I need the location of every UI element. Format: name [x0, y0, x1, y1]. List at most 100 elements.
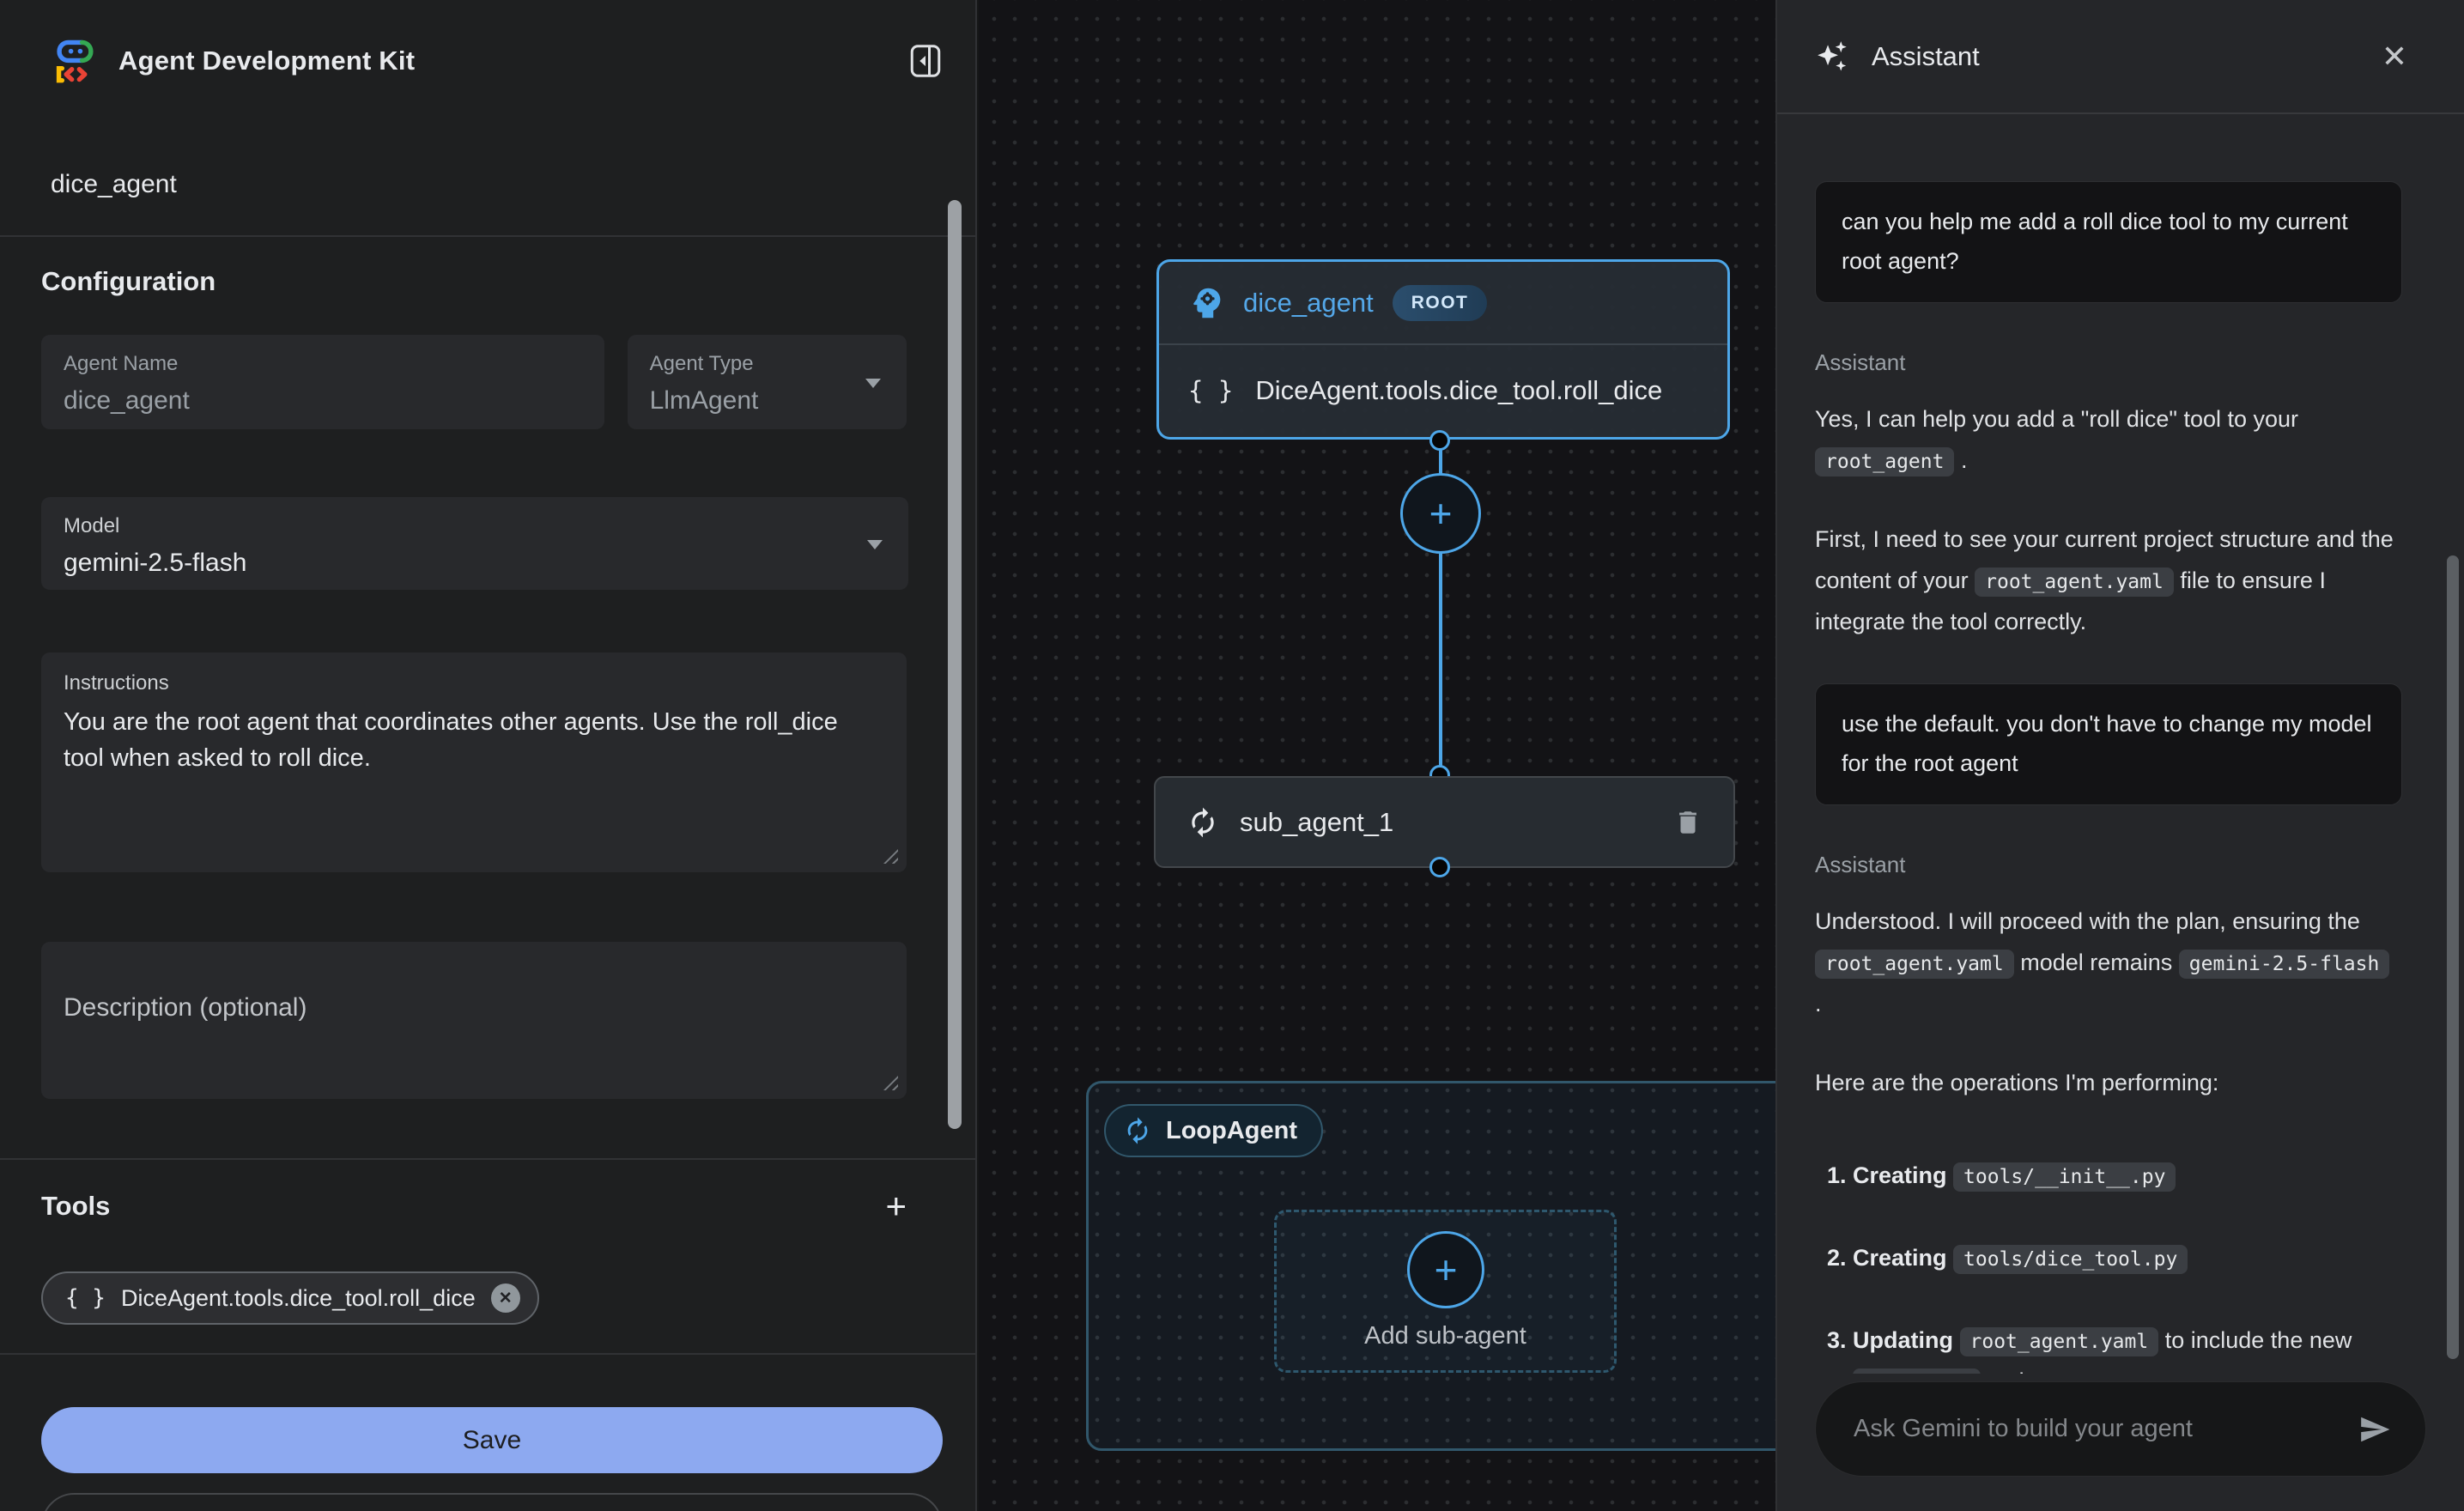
assistant-panel: Assistant ✕ can you help me add a roll d…	[1775, 0, 2464, 1511]
text-run: Here are the operations I'm performing:	[1815, 1070, 2218, 1095]
collapse-panel-icon[interactable]	[910, 44, 941, 78]
code-braces-icon: { }	[1188, 376, 1233, 405]
assistant-paragraph: First, I need to see your current projec…	[1815, 519, 2402, 642]
assistant-paragraph: Understood. I will proceed with the plan…	[1815, 901, 2402, 1024]
loop-agent-group[interactable]: LoopAgent + Add sub-agent	[1086, 1081, 1775, 1451]
user-message-bubble: use the default. you don't have to chang…	[1815, 683, 2402, 805]
operation-item: Creating tools/dice_tool.py	[1853, 1237, 2402, 1278]
text-run: model remains	[2014, 950, 2179, 975]
agent-name-label: Agent Name	[64, 352, 582, 376]
loop-agent-label: LoopAgent	[1166, 1117, 1297, 1145]
configuration-heading: Configuration	[41, 266, 907, 297]
app-title: Agent Development Kit	[118, 46, 415, 76]
config-panel: Agent Development Kit dice_agent Configu…	[0, 0, 977, 1511]
resize-handle[interactable]	[883, 1076, 898, 1090]
add-sub-agent-dropzone[interactable]: + Add sub-agent	[1274, 1210, 1617, 1373]
root-badge: ROOT	[1393, 285, 1488, 321]
code-chip: root_agent	[1815, 447, 1954, 476]
agent-name-field[interactable]: Agent Name dice_agent	[41, 335, 604, 429]
instructions-textarea[interactable]: Instructions You are the root agent that…	[41, 652, 907, 872]
model-label: Model	[64, 514, 886, 538]
left-panel-scrollbar[interactable]	[948, 200, 962, 1129]
user-message-bubble: can you help me add a roll dice tool to …	[1815, 181, 2402, 303]
divider	[0, 235, 975, 237]
divider	[0, 1353, 975, 1355]
agent-type-label: Agent Type	[650, 352, 884, 376]
text-run: to include the new	[2158, 1327, 2352, 1353]
text-run: tool.	[1981, 1368, 2031, 1374]
model-value: gemini-2.5-flash	[64, 549, 886, 578]
instructions-label: Instructions	[64, 671, 884, 695]
operation-item: Updating root_agent.yaml to include the …	[1853, 1320, 2402, 1374]
assistant-header: Assistant ✕	[1777, 0, 2464, 114]
code-chip: root_agent.yaml	[1975, 567, 2174, 597]
agent-type-select[interactable]: Agent Type LlmAgent	[628, 335, 907, 429]
text-run: Yes, I can help you add a "roll dice" to…	[1815, 406, 2298, 432]
text-run: Understood. I will proceed with the plan…	[1815, 908, 2360, 934]
cancel-button[interactable]: Cancel	[41, 1493, 943, 1511]
loop-icon	[1123, 1116, 1152, 1145]
add-tool-button[interactable]: +	[885, 1188, 907, 1224]
text-run	[1953, 1327, 1960, 1353]
tools-heading: Tools	[41, 1191, 110, 1222]
agent-graph-canvas[interactable]: dice_agent ROOT { } DiceAgent.tools.dice…	[979, 0, 1775, 1511]
code-braces-icon: { }	[65, 1285, 106, 1311]
chat-messages[interactable]: can you help me add a roll dice tool to …	[1777, 114, 2464, 1374]
text-run: .	[1954, 447, 1967, 473]
description-placeholder: Description (optional)	[64, 993, 884, 1023]
remove-tool-icon[interactable]: ✕	[491, 1283, 520, 1313]
add-node-button[interactable]: +	[1400, 473, 1481, 554]
code-chip: tools/__init__.py	[1953, 1162, 2176, 1192]
add-sub-agent-label: Add sub-agent	[1277, 1322, 1614, 1350]
assistant-label: Assistant	[1815, 349, 2402, 376]
agent-type-value: LlmAgent	[650, 386, 884, 416]
tool-chip[interactable]: { } DiceAgent.tools.dice_tool.roll_dice …	[41, 1271, 539, 1325]
code-chip: root_agent.yaml	[1960, 1327, 2159, 1356]
code-chip: root_agent.yaml	[1815, 950, 2014, 979]
code-chip: roll_dice	[1853, 1368, 1981, 1374]
model-select[interactable]: Model gemini-2.5-flash	[41, 497, 908, 590]
connection-handle[interactable]	[1429, 430, 1450, 451]
assistant-scrollbar[interactable]	[2447, 555, 2459, 1359]
operations-list: Creating tools/__init__.pyCreating tools…	[1815, 1155, 2402, 1374]
sub-agent-title: sub_agent_1	[1240, 807, 1393, 838]
text-run	[1947, 1162, 1954, 1188]
resize-handle[interactable]	[883, 849, 898, 864]
assistant-paragraph: Yes, I can help you add a "roll dice" to…	[1815, 398, 2402, 481]
code-chip: gemini-2.5-flash	[2179, 950, 2390, 979]
assistant-label: Assistant	[1815, 852, 2402, 878]
chevron-down-icon	[867, 540, 883, 549]
sparkle-icon	[1815, 39, 1851, 75]
connection-handle[interactable]	[1429, 857, 1450, 877]
configuration-section: Configuration Agent Name dice_agent Agen…	[0, 266, 975, 1355]
agent-name-value: dice_agent	[64, 386, 582, 416]
assistant-input[interactable]	[1854, 1415, 2358, 1443]
delete-icon[interactable]	[1673, 808, 1702, 837]
bold-text: Updating	[1853, 1327, 1953, 1353]
operation-item: Creating tools/__init__.py	[1853, 1155, 2402, 1196]
loop-icon	[1186, 806, 1219, 839]
root-node-tool: DiceAgent.tools.dice_tool.roll_dice	[1255, 375, 1662, 406]
root-agent-node[interactable]: dice_agent ROOT { } DiceAgent.tools.dice…	[1156, 259, 1730, 440]
loop-agent-pill[interactable]: LoopAgent	[1104, 1104, 1323, 1157]
add-sub-agent-button[interactable]: +	[1407, 1231, 1484, 1308]
assistant-title: Assistant	[1872, 41, 1980, 72]
chevron-down-icon	[865, 379, 881, 388]
save-button[interactable]: Save	[41, 1407, 943, 1473]
bold-text: Creating	[1853, 1162, 1947, 1188]
description-textarea[interactable]: Description (optional)	[41, 942, 907, 1099]
bold-text: Creating	[1853, 1245, 1947, 1271]
form-footer: Save Cancel	[0, 1407, 975, 1511]
text-run: .	[1815, 991, 1822, 1016]
code-chip: tools/dice_tool.py	[1953, 1245, 2188, 1274]
divider	[0, 1158, 975, 1160]
instructions-value: You are the root agent that coordinates …	[64, 704, 884, 776]
send-icon[interactable]	[2358, 1413, 2391, 1446]
tool-chip-label: DiceAgent.tools.dice_tool.roll_dice	[121, 1285, 476, 1312]
sub-agent-node[interactable]: sub_agent_1	[1154, 776, 1735, 868]
text-run	[1947, 1245, 1954, 1271]
assistant-input-bar[interactable]	[1815, 1381, 2426, 1477]
agent-title: dice_agent	[51, 170, 975, 199]
root-node-tool-row: { } DiceAgent.tools.dice_tool.roll_dice	[1159, 345, 1727, 436]
close-icon[interactable]: ✕	[2382, 41, 2407, 72]
